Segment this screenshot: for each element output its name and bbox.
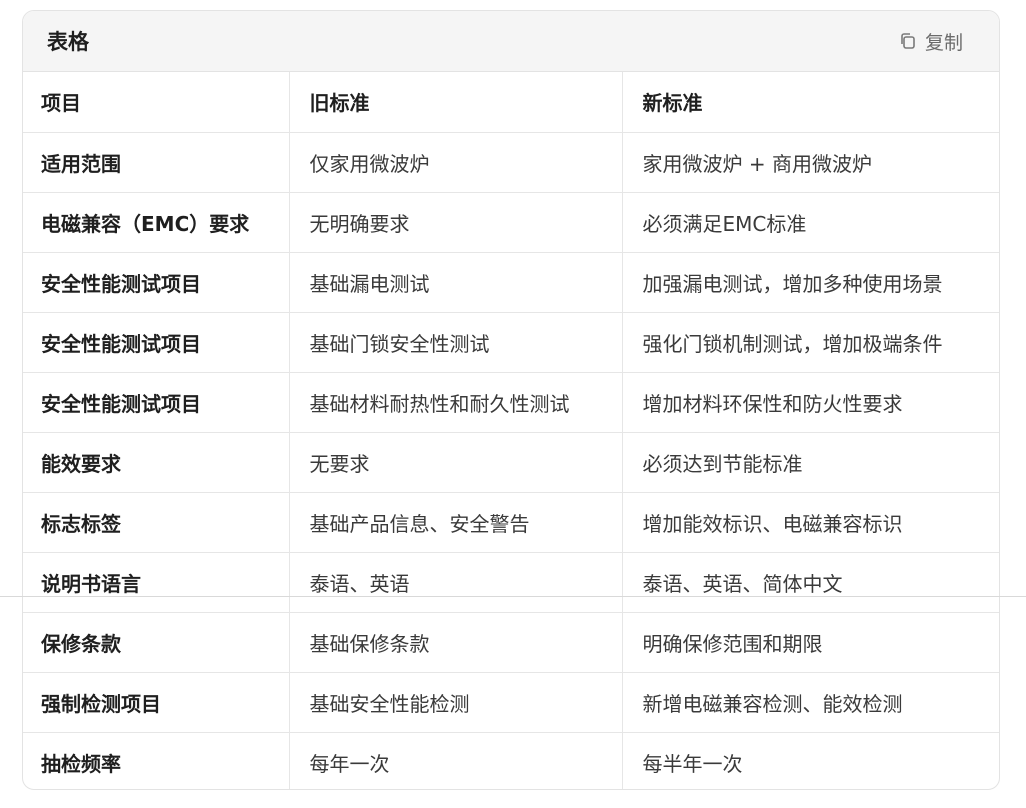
table-row: 保修条款 基础保修条款 明确保修范围和期限 xyxy=(23,612,999,672)
row-new: 必须满足EMC标准 xyxy=(622,192,999,252)
row-item: 安全性能测试项目 xyxy=(23,252,289,312)
table-row: 抽检频率 每年一次 每半年一次 xyxy=(23,732,999,790)
copy-label: 复制 xyxy=(925,28,963,55)
row-old: 无要求 xyxy=(289,432,622,492)
row-item: 安全性能测试项目 xyxy=(23,372,289,432)
row-new: 每半年一次 xyxy=(622,732,999,790)
table-row: 标志标签 基础产品信息、安全警告 增加能效标识、电磁兼容标识 xyxy=(23,492,999,552)
row-old: 仅家用微波炉 xyxy=(289,132,622,192)
row-new: 泰语、英语、简体中文 xyxy=(622,552,999,612)
row-item: 电磁兼容（EMC）要求 xyxy=(23,192,289,252)
row-new: 增加能效标识、电磁兼容标识 xyxy=(622,492,999,552)
row-new: 新增电磁兼容检测、能效检测 xyxy=(622,672,999,732)
row-old: 基础材料耐热性和耐久性测试 xyxy=(289,372,622,432)
table-row: 安全性能测试项目 基础材料耐热性和耐久性测试 增加材料环保性和防火性要求 xyxy=(23,372,999,432)
row-old: 泰语、英语 xyxy=(289,552,622,612)
table-row: 能效要求 无要求 必须达到节能标准 xyxy=(23,432,999,492)
table-row: 说明书语言 泰语、英语 泰语、英语、简体中文 xyxy=(23,552,999,612)
row-new: 家用微波炉 + 商用微波炉 xyxy=(622,132,999,192)
row-item: 安全性能测试项目 xyxy=(23,312,289,372)
row-new: 强化门锁机制测试，增加极端条件 xyxy=(622,312,999,372)
row-old: 基础保修条款 xyxy=(289,612,622,672)
table-row: 电磁兼容（EMC）要求 无明确要求 必须满足EMC标准 xyxy=(23,192,999,252)
row-item: 标志标签 xyxy=(23,492,289,552)
row-item: 能效要求 xyxy=(23,432,289,492)
row-item: 抽检频率 xyxy=(23,732,289,790)
row-new: 明确保修范围和期限 xyxy=(622,612,999,672)
table-row: 安全性能测试项目 基础漏电测试 加强漏电测试，增加多种使用场景 xyxy=(23,252,999,312)
row-item: 适用范围 xyxy=(23,132,289,192)
row-old: 基础门锁安全性测试 xyxy=(289,312,622,372)
table-card: 表格 复制 项目 旧标准 新标准 适用范围 仅家用微波炉 家用微波炉 + 商用微… xyxy=(22,10,1000,790)
row-old: 无明确要求 xyxy=(289,192,622,252)
table-row: 适用范围 仅家用微波炉 家用微波炉 + 商用微波炉 xyxy=(23,132,999,192)
row-item: 保修条款 xyxy=(23,612,289,672)
row-old: 基础产品信息、安全警告 xyxy=(289,492,622,552)
copy-icon xyxy=(899,32,917,50)
row-new: 加强漏电测试，增加多种使用场景 xyxy=(622,252,999,312)
screenshot-seam xyxy=(0,596,1026,597)
row-new: 必须达到节能标准 xyxy=(622,432,999,492)
table-header-row: 项目 旧标准 新标准 xyxy=(23,72,999,132)
table-row: 安全性能测试项目 基础门锁安全性测试 强化门锁机制测试，增加极端条件 xyxy=(23,312,999,372)
card-title: 表格 xyxy=(47,26,89,56)
header-old-standard: 旧标准 xyxy=(289,72,622,132)
card-header: 表格 复制 xyxy=(23,11,999,72)
copy-button[interactable]: 复制 xyxy=(899,28,963,55)
row-old: 基础安全性能检测 xyxy=(289,672,622,732)
table-row: 强制检测项目 基础安全性能检测 新增电磁兼容检测、能效检测 xyxy=(23,672,999,732)
row-item: 说明书语言 xyxy=(23,552,289,612)
header-item: 项目 xyxy=(23,72,289,132)
row-new: 增加材料环保性和防火性要求 xyxy=(622,372,999,432)
row-old: 每年一次 xyxy=(289,732,622,790)
comparison-table: 项目 旧标准 新标准 适用范围 仅家用微波炉 家用微波炉 + 商用微波炉 电磁兼… xyxy=(23,72,999,790)
header-new-standard: 新标准 xyxy=(622,72,999,132)
row-old: 基础漏电测试 xyxy=(289,252,622,312)
row-item: 强制检测项目 xyxy=(23,672,289,732)
